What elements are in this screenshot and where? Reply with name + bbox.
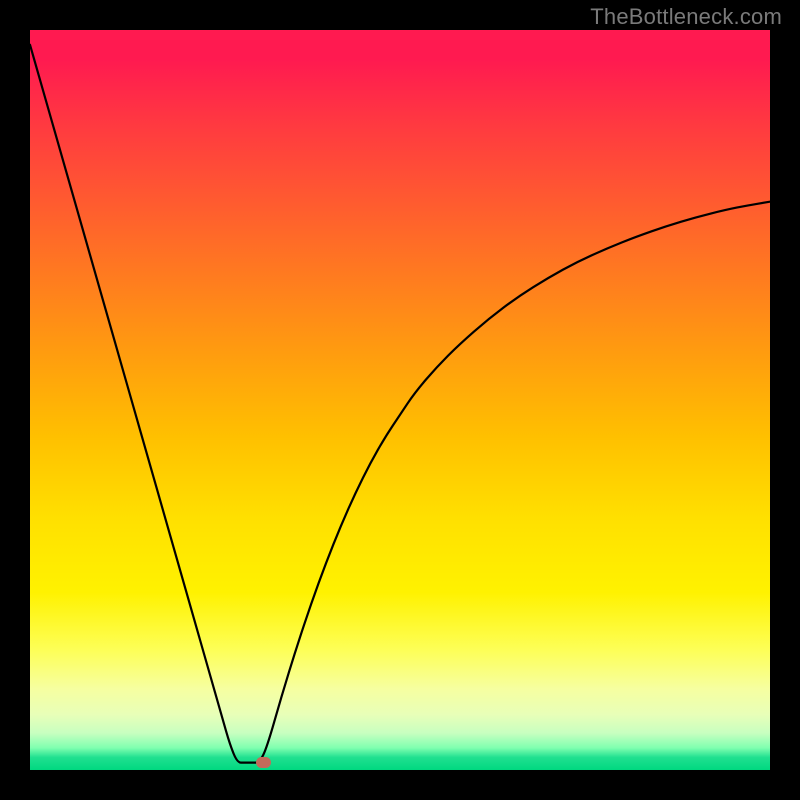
optimum-marker (256, 757, 271, 768)
bottleneck-curve (30, 30, 770, 770)
watermark-text: TheBottleneck.com (590, 4, 782, 30)
chart-frame: TheBottleneck.com (0, 0, 800, 800)
plot-area (30, 30, 770, 770)
